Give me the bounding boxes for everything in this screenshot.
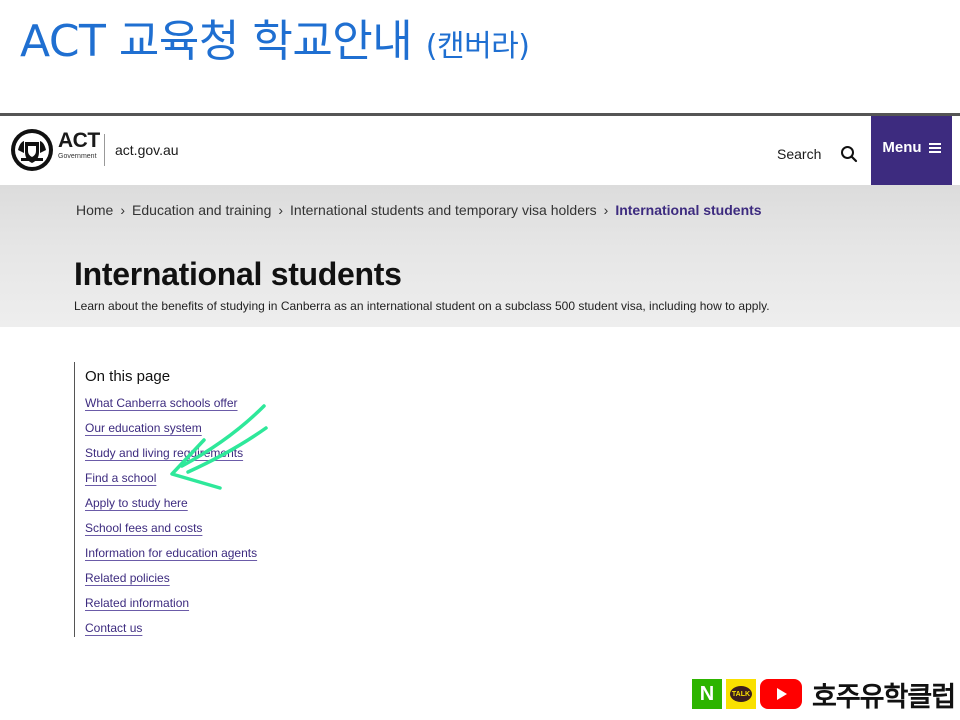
site-logo[interactable]: ACT Government bbox=[58, 130, 100, 161]
list-item: School fees and costs bbox=[85, 519, 345, 544]
toc-link-information-for-education-agents[interactable]: Information for education agents bbox=[85, 546, 257, 560]
search-icon[interactable] bbox=[840, 145, 858, 163]
website-screenshot: ACT Government act.gov.au Search Menu Ho… bbox=[0, 113, 960, 676]
page-title: International students bbox=[74, 256, 402, 292]
kakaotalk-icon: TALK bbox=[726, 679, 756, 709]
green-arrow-annotation-icon bbox=[170, 404, 268, 490]
brand-name: 호주유학클럽 bbox=[812, 681, 956, 713]
act-crest-icon[interactable] bbox=[10, 128, 54, 172]
breadcrumb-international-visa[interactable]: International students and temporary vis… bbox=[290, 202, 597, 218]
list-item: Information for education agents bbox=[85, 544, 345, 569]
hamburger-icon bbox=[928, 142, 941, 153]
page-hero: Home › Education and training › Internationa… bbox=[0, 185, 960, 327]
breadcrumb-education[interactable]: Education and training bbox=[132, 202, 271, 218]
list-item: Related policies bbox=[85, 569, 345, 594]
toc-link-contact-us[interactable]: Contact us bbox=[85, 621, 142, 635]
toc-link-find-a-school[interactable]: Find a school bbox=[85, 471, 156, 485]
slide-title: ACT 교육청 학교안내 (캔버라) bbox=[20, 14, 530, 75]
breadcrumb-separator: › bbox=[603, 202, 609, 218]
logo-divider bbox=[104, 134, 105, 166]
youtube-icon bbox=[760, 679, 802, 709]
menu-button-label: Menu bbox=[882, 139, 922, 156]
page-intro: Learn about the benefits of studying in … bbox=[74, 299, 770, 313]
toc-link-related-policies[interactable]: Related policies bbox=[85, 571, 170, 585]
breadcrumb-separator: › bbox=[278, 202, 284, 218]
on-this-page-heading: On this page bbox=[85, 368, 171, 385]
breadcrumb-current: International students bbox=[615, 202, 762, 218]
slide-title-main: ACT 교육청 학교안내 bbox=[20, 16, 413, 67]
logo-act-text: ACT bbox=[58, 129, 100, 152]
search-link[interactable]: Search bbox=[777, 146, 821, 162]
list-item: Related information bbox=[85, 594, 345, 619]
kakaotalk-label: TALK bbox=[730, 686, 752, 702]
breadcrumb: Home › Education and training › Internationa… bbox=[76, 202, 762, 218]
naver-icon: N bbox=[692, 679, 722, 709]
toc-link-school-fees-and-costs[interactable]: School fees and costs bbox=[85, 521, 202, 535]
breadcrumb-separator: › bbox=[120, 202, 126, 218]
slide-title-sub: (캔버라) bbox=[425, 29, 530, 64]
footer-brand: N TALK 호주유학클럽 bbox=[692, 678, 956, 713]
menu-button[interactable]: Menu bbox=[871, 116, 952, 185]
site-header: ACT Government act.gov.au Search Menu bbox=[0, 116, 960, 185]
logo-government-text: Government bbox=[58, 153, 97, 160]
breadcrumb-home[interactable]: Home bbox=[76, 202, 113, 218]
site-domain-link[interactable]: act.gov.au bbox=[115, 142, 179, 158]
toc-link-related-information[interactable]: Related information bbox=[85, 596, 189, 610]
list-item: Contact us bbox=[85, 619, 345, 644]
